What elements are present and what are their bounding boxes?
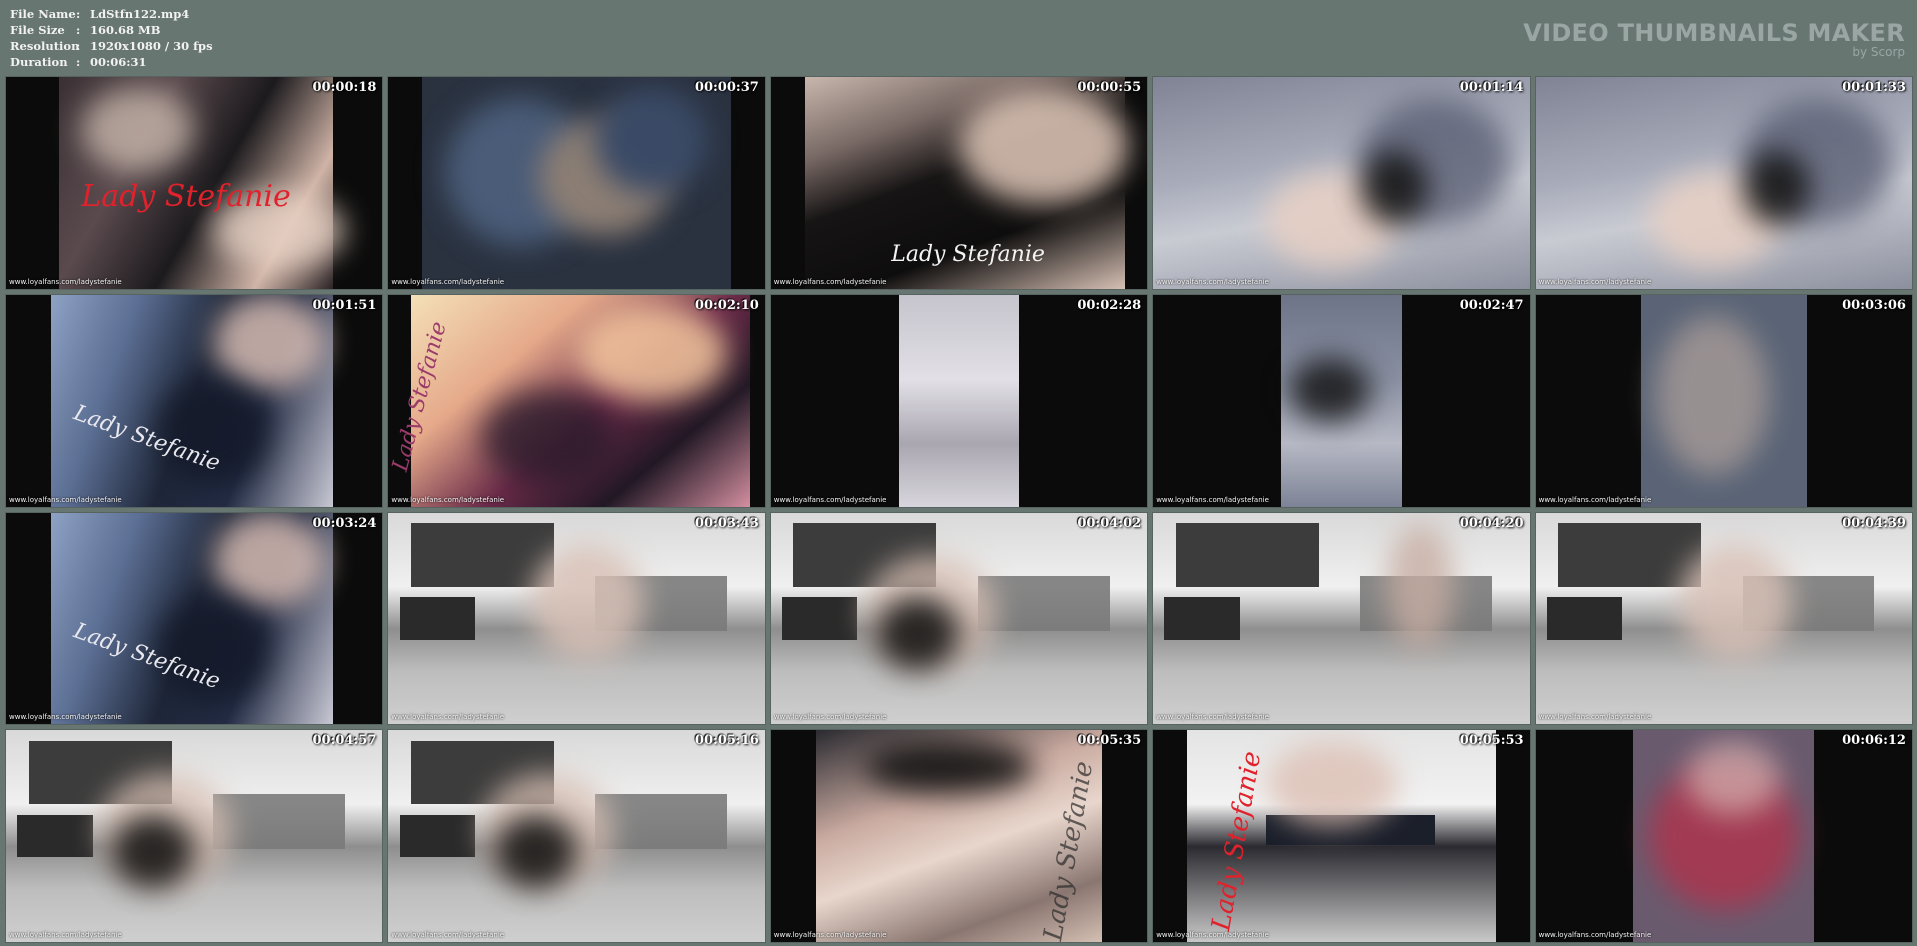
thumbnail-watermark: www.loyalfans.com/ladystefanie [391, 931, 505, 939]
thumbnail-watermark: www.loyalfans.com/ladystefanie [1538, 495, 1652, 504]
video-thumbnail: Lady Stefanie 00:00:55 www.loyalfans.com/l… [770, 77, 1148, 289]
video-thumbnail: 00:05:16 www.loyalfans.com/ladystefanie [388, 730, 765, 942]
video-thumbnail: 00:04:57 www.loyalfans.com/ladystefanie [6, 730, 383, 942]
file-info-row: Resolution:1920x1080 / 30 fps [10, 38, 213, 54]
thumbnail-timestamp: 00:00:37 [694, 80, 759, 95]
thumbnail-timestamp: 00:00:18 [312, 80, 377, 95]
thumbnail-watermark: www.loyalfans.com/ladystefanie [391, 713, 505, 722]
file-info-label: Duration [10, 55, 68, 69]
video-thumbnail: 00:04:02 www.loyalfans.com/ladystefanie [770, 512, 1148, 725]
thumbnail-watermark: www.loyalfans.com/ladystefanie [1156, 495, 1269, 504]
thumbnail-watermark: www.loyalfans.com/ladystefanie [773, 931, 887, 939]
brand-title: VIDEO THUMBNAILS MAKER [1523, 19, 1905, 47]
thumbnail-watermark: www.loyalfans.com/ladystefanie [1538, 713, 1652, 722]
file-info-label: File Name [10, 7, 76, 21]
thumbnail-watermark: www.loyalfans.com/ladystefanie [391, 277, 505, 286]
thumbnail-timestamp: 00:00:55 [1077, 80, 1142, 95]
file-info-value: 1920x1080 / 30 fps [90, 39, 213, 53]
video-thumbnail: 00:02:28 www.loyalfans.com/ladystefanie [770, 294, 1148, 507]
thumbnail-timestamp: 00:02:10 [694, 297, 759, 313]
thumbnail-watermark: www.loyalfans.com/ladystefanie [9, 277, 122, 286]
file-info-label: File Size [10, 23, 65, 37]
video-thumbnail: 00:04:39 www.loyalfans.com/ladystefanie [1535, 512, 1912, 725]
file-info-value: 160.68 MB [90, 23, 161, 37]
video-thumbnail: Lady Stefanie 00:01:51 www.loyalfans.com/l… [6, 294, 383, 507]
thumbnail-watermark: www.loyalfans.com/ladystefanie [9, 495, 122, 504]
thumbnail-title-overlay: Lady Stefanie [891, 242, 1045, 268]
brand-logo: VIDEO THUMBNAILS MAKER by Scorp [1523, 20, 1905, 59]
file-info-value: 00:06:31 [90, 55, 147, 69]
thumbnail-timestamp: 00:05:35 [1077, 733, 1142, 749]
thumbnail-grid: Lady Stefanie 00:00:18 www.loyalfans.com/l… [6, 77, 1912, 942]
thumbnail-timestamp: 00:03:43 [694, 515, 759, 531]
thumbnail-timestamp: 00:04:20 [1459, 515, 1524, 531]
video-thumbnail: 00:03:06 www.loyalfans.com/ladystefanie [1535, 294, 1912, 507]
thumbnail-watermark: www.loyalfans.com/ladystefanie [1156, 931, 1269, 939]
thumbnail-timestamp: 00:04:39 [1842, 515, 1906, 531]
thumbnail-watermark: www.loyalfans.com/ladystefanie [1156, 277, 1269, 286]
file-info-label: Resolution [10, 39, 80, 53]
thumbnail-watermark: www.loyalfans.com/ladystefanie [1156, 713, 1269, 722]
thumbnail-watermark: www.loyalfans.com/ladystefanie [773, 277, 887, 286]
thumbnail-watermark: www.loyalfans.com/ladystefanie [1538, 277, 1652, 286]
thumbnail-timestamp: 00:06:12 [1842, 733, 1906, 749]
video-thumbnail: Lady Stefanie 00:00:18 www.loyalfans.com/l… [6, 77, 383, 289]
file-info-panel: File Name: LdStfn122.mp4 File Size:160.68 … [10, 6, 213, 70]
thumbnail-timestamp: 00:02:47 [1459, 297, 1524, 313]
file-info-separator: : [76, 7, 81, 21]
thumbnail-timestamp: 00:04:57 [312, 733, 377, 749]
thumbnail-timestamp: 00:03:06 [1842, 297, 1906, 313]
thumbnail-timestamp: 00:01:14 [1459, 80, 1524, 95]
file-info-value: LdStfn122.mp4 [90, 7, 190, 21]
thumbnail-watermark: www.loyalfans.com/ladystefanie [391, 495, 505, 504]
thumbnail-timestamp: 00:01:33 [1842, 80, 1906, 95]
video-thumbnail: 00:04:20 www.loyalfans.com/ladystefanie [1153, 512, 1530, 725]
video-thumbnail: Lady Stefanie 00:05:53 www.loyalfans.com/l… [1153, 730, 1530, 942]
video-thumbnail: 00:01:14 www.loyalfans.com/ladystefanie [1153, 77, 1530, 289]
video-thumbnail: 00:01:33 www.loyalfans.com/ladystefanie [1535, 77, 1912, 289]
video-thumbnail: 00:02:47 www.loyalfans.com/ladystefanie [1153, 294, 1530, 507]
brand-subtitle: by Scorp [1852, 45, 1905, 59]
thumbnail-timestamp: 00:02:28 [1077, 297, 1142, 313]
video-thumbnail: Lady Stefanie 00:02:10 www.loyalfans.com/l… [388, 294, 765, 507]
video-thumbnail: 00:03:43 www.loyalfans.com/ladystefanie [388, 512, 765, 725]
thumbnail-watermark: www.loyalfans.com/ladystefanie [773, 713, 887, 722]
thumbnail-timestamp: 00:05:53 [1459, 733, 1524, 749]
file-info-row: File Name: LdStfn122.mp4 [10, 6, 213, 22]
video-thumbnail: Lady Stefanie 00:05:35 www.loyalfans.com/l… [770, 730, 1148, 942]
thumbnail-timestamp: 00:05:16 [694, 733, 759, 749]
file-info-row: Duration:00:06:31 [10, 54, 213, 70]
video-thumbnail: Lady Stefanie 00:03:24 www.loyalfans.com/l… [6, 512, 383, 725]
video-thumbnail: 00:00:37 www.loyalfans.com/ladystefanie [388, 77, 765, 289]
file-info-separator: : [76, 23, 81, 37]
thumbnail-watermark: www.loyalfans.com/ladystefanie [1538, 931, 1652, 939]
thumbnail-watermark: www.loyalfans.com/ladystefanie [9, 931, 122, 939]
thumbnail-timestamp: 00:04:02 [1077, 515, 1142, 531]
file-info-separator: : [76, 55, 81, 69]
video-thumbnail: 00:06:12 www.loyalfans.com/ladystefanie [1535, 730, 1912, 942]
thumbnail-watermark: www.loyalfans.com/ladystefanie [9, 713, 122, 722]
file-info-row: File Size:160.68 MB [10, 22, 213, 38]
thumbnail-title-overlay: Lady Stefanie [81, 178, 291, 214]
thumbnail-timestamp: 00:03:24 [312, 515, 377, 531]
thumbnail-timestamp: 00:01:51 [312, 297, 377, 313]
file-info-separator: : [76, 39, 81, 53]
thumbnail-watermark: www.loyalfans.com/ladystefanie [773, 495, 887, 504]
